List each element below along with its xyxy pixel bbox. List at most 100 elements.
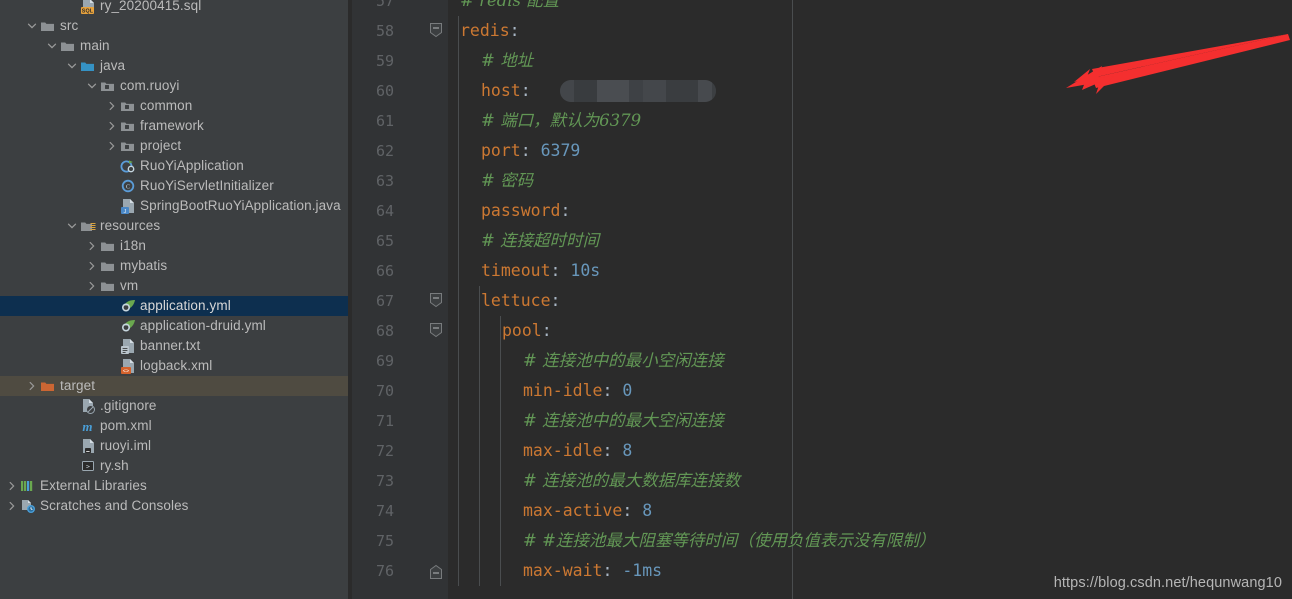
tree-row[interactable]: banner.txt (0, 336, 348, 356)
code-token: : (509, 21, 520, 40)
tree-row[interactable]: src (0, 16, 348, 36)
code-token: : (602, 441, 623, 460)
code-token: redis (460, 21, 510, 40)
tree-row[interactable]: J SpringBootRuoYiApplication.java (0, 196, 348, 216)
code-token: : (520, 81, 531, 100)
code-line[interactable]: port: 6379 (481, 136, 580, 166)
code-line[interactable]: # 连接池中的最小空闲连接 (523, 346, 724, 376)
chevron-down-icon[interactable] (44, 41, 59, 51)
code-line[interactable]: timeout: 10s (481, 256, 600, 286)
tree-row[interactable]: vm (0, 276, 348, 296)
tree-row[interactable]: application.yml (0, 296, 348, 316)
tree-row[interactable]: m pom.xml (0, 416, 348, 436)
chevron-down-icon[interactable] (64, 61, 79, 71)
code-token: min-idle (523, 381, 603, 400)
svg-text:C: C (125, 184, 129, 190)
code-line[interactable]: min-idle: 0 (523, 376, 632, 406)
code-line[interactable]: # 地址 (481, 46, 533, 76)
tree-row[interactable]: External Libraries (0, 476, 348, 496)
line-number: 66 (375, 262, 394, 280)
tree-row-label: java (100, 58, 126, 73)
chevron-right-icon[interactable] (4, 481, 19, 491)
tree-row[interactable]: > ry.sh (0, 456, 348, 476)
line-number: 72 (375, 442, 394, 460)
tree-row[interactable]: Scratches and Consoles (0, 496, 348, 516)
indent-guide (479, 286, 480, 586)
tree-row[interactable]: java (0, 56, 348, 76)
code-line[interactable]: max-idle: 8 (523, 436, 632, 466)
code-token: 8 (642, 501, 653, 520)
tree-row-label: framework (140, 118, 204, 133)
code-line[interactable]: # 连接超时时间 (481, 226, 599, 256)
tree-row[interactable]: ruoyi.iml (0, 436, 348, 456)
line-number: 62 (375, 142, 394, 160)
line-number: 76 (375, 562, 394, 580)
project-tree-panel[interactable]: SQL ry_20200415.sqlsrc main java com.ruoyi co… (0, 0, 348, 599)
chevron-right-icon[interactable] (104, 121, 119, 131)
chevron-down-icon[interactable] (64, 221, 79, 231)
code-token: 0 (622, 381, 633, 400)
tree-row-label: src (60, 18, 79, 33)
code-line[interactable]: host: (481, 76, 531, 106)
code-line[interactable]: # 端口，默认为6379 (481, 106, 641, 136)
tree-row-label: Scratches and Consoles (40, 498, 189, 513)
chevron-right-icon[interactable] (24, 381, 39, 391)
fold-collapse-icon[interactable] (427, 21, 445, 39)
tree-row[interactable]: main (0, 36, 348, 56)
tree-row[interactable]: target (0, 376, 348, 396)
tree-row[interactable]: .gitignore (0, 396, 348, 416)
tree-row-label: RuoYiServletInitializer (140, 178, 274, 193)
redaction-block (597, 80, 629, 102)
chevron-down-icon[interactable] (24, 21, 39, 31)
line-number: 69 (375, 352, 394, 370)
code-line[interactable]: # #连接池最大阻塞等待时间（使用负值表示没有限制） (523, 526, 935, 556)
tree-row-label: banner.txt (140, 338, 201, 353)
tree-row[interactable]: application-druid.yml (0, 316, 348, 336)
chevron-right-icon[interactable] (84, 241, 99, 251)
code-line[interactable]: max-active: 8 (523, 496, 652, 526)
tree-row[interactable]: RuoYiApplication (0, 156, 348, 176)
code-line[interactable]: # 连接池的最大数据库连接数 (523, 466, 740, 496)
package-icon (99, 80, 116, 93)
tree-row[interactable]: com.ruoyi (0, 76, 348, 96)
tree-row[interactable]: project (0, 136, 348, 156)
chevron-right-icon[interactable] (104, 141, 119, 151)
tree-row[interactable]: C RuoYiServletInitializer (0, 176, 348, 196)
code-token: lettuce (481, 291, 551, 310)
code-line[interactable]: # 连接池中的最大空闲连接 (523, 406, 724, 436)
code-line[interactable]: # redis 配置 (460, 0, 559, 16)
text-file-icon (119, 338, 136, 354)
tree-row[interactable]: mybatis (0, 256, 348, 276)
tree-row[interactable]: resources (0, 216, 348, 236)
tree-row-label: .gitignore (100, 398, 157, 413)
chevron-right-icon[interactable] (84, 261, 99, 271)
chevron-right-icon[interactable] (84, 281, 99, 291)
code-token: : (602, 561, 623, 580)
tree-row[interactable]: common (0, 96, 348, 116)
code-line[interactable]: max-wait: -1ms (523, 556, 662, 586)
tree-row[interactable]: <> logback.xml (0, 356, 348, 376)
tree-row[interactable]: i18n (0, 236, 348, 256)
chevron-right-icon[interactable] (4, 501, 19, 511)
tree-row[interactable]: framework (0, 116, 348, 136)
code-line[interactable]: password: (481, 196, 570, 226)
tree-row[interactable]: SQL ry_20200415.sql (0, 0, 348, 16)
line-number: 57 (375, 0, 394, 10)
xml-file-icon: <> (119, 358, 136, 374)
chevron-down-icon[interactable] (84, 81, 99, 91)
code-line[interactable]: pool: (502, 316, 552, 346)
code-line[interactable]: # 密码 (481, 166, 533, 196)
code-token: -1ms (622, 561, 663, 580)
fold-end-icon[interactable] (427, 561, 445, 579)
fold-collapse-icon[interactable] (427, 291, 445, 309)
code-line[interactable]: redis: (460, 16, 520, 46)
chevron-right-icon[interactable] (104, 101, 119, 111)
code-line[interactable]: lettuce: (481, 286, 560, 316)
editor-gutter[interactable]: 57 58 59 60 61 62 63 64 65 66 67 68 69 70 71 72 73 74 75 76 (352, 0, 448, 599)
code-token: pool (502, 321, 542, 340)
tree-row-label: External Libraries (40, 478, 147, 493)
line-number: 58 (375, 22, 394, 40)
fold-collapse-icon[interactable] (427, 321, 445, 339)
code-editor[interactable]: 57 58 59 60 61 62 63 64 65 66 67 68 69 70 71 72 73 74 75 76… (352, 0, 1292, 599)
redaction-block (698, 80, 712, 102)
